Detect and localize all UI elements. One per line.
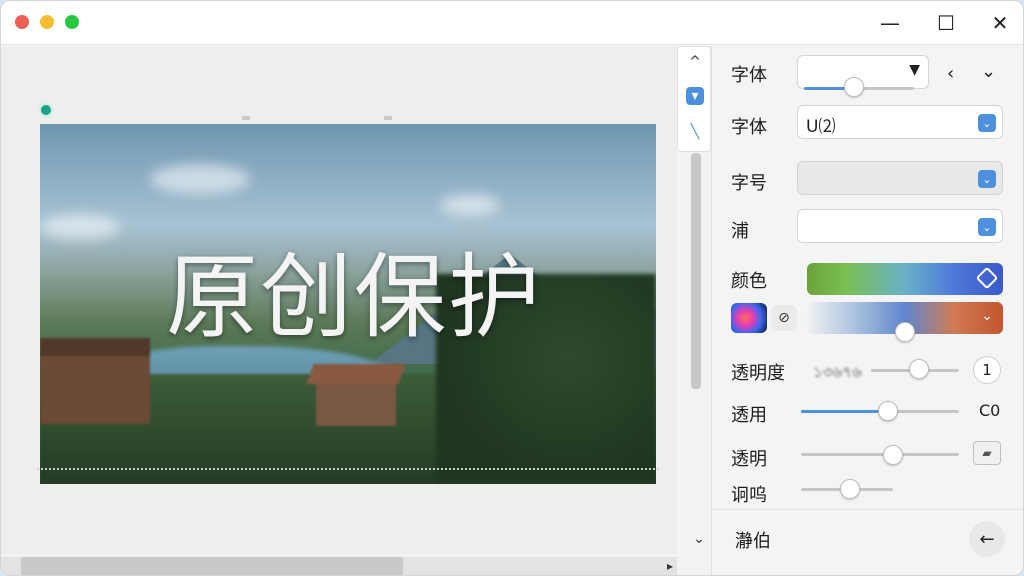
gradient-knob[interactable] bbox=[895, 322, 915, 342]
app-window: — ☐ ✕ 原创保护 ^ ▾ ╲ ⌄ ▸ 字体 ▼ ‹ ⌄ 字体 U⑵ ⌄ 字号… bbox=[0, 0, 1024, 576]
footer-label: 瀞伯 bbox=[735, 531, 771, 552]
font-label: 字体 bbox=[731, 65, 767, 86]
chevron-down-icon: ⌄ bbox=[978, 218, 996, 236]
close-traffic-light[interactable] bbox=[15, 15, 29, 29]
cloud bbox=[150, 164, 250, 194]
scroll-right-button[interactable]: ▸ bbox=[661, 557, 679, 575]
chevron-down-icon: ▼ bbox=[909, 62, 920, 78]
cloud bbox=[440, 194, 500, 216]
panel-divider bbox=[712, 509, 1023, 510]
horizontal-scrollbar[interactable] bbox=[21, 557, 403, 575]
font-label-2: 字体 bbox=[731, 117, 767, 138]
use-value: C0 bbox=[979, 401, 1001, 420]
diamond-icon bbox=[975, 266, 999, 290]
p-select[interactable]: ⌄ bbox=[797, 209, 1003, 243]
vertical-scrollbar[interactable] bbox=[691, 153, 701, 389]
font-size-select[interactable]: ⌄ bbox=[797, 161, 1003, 195]
transparent-label: 透明 bbox=[731, 449, 767, 470]
use-label: 透用 bbox=[731, 405, 767, 426]
chevron-down-icon: ⌄ bbox=[978, 114, 996, 132]
font-size-label: 字号 bbox=[731, 173, 767, 194]
editor-canvas[interactable]: 原创保护 bbox=[1, 46, 677, 554]
scroll-up-button[interactable]: ^ bbox=[684, 51, 706, 73]
watermark-text[interactable]: 原创保护 bbox=[166, 252, 542, 344]
chevron-down-icon: ⌄ bbox=[981, 308, 993, 324]
resize-handle[interactable] bbox=[242, 116, 250, 120]
house bbox=[40, 338, 150, 424]
gradient-picker[interactable]: ⌄ bbox=[807, 302, 1003, 342]
color-label: 颜色 bbox=[731, 271, 767, 292]
slider-knob[interactable] bbox=[877, 401, 898, 421]
slider-fill bbox=[801, 410, 888, 413]
color-gradient-picker[interactable] bbox=[807, 263, 1003, 295]
opacity-hint: ১৩৬৭৬ bbox=[813, 363, 862, 381]
previous-icon[interactable]: ‹ bbox=[947, 63, 954, 84]
close-button[interactable]: ✕ bbox=[985, 9, 1015, 37]
slider-knob[interactable] bbox=[843, 77, 864, 97]
eyedropper-icon[interactable]: ⊘ bbox=[771, 305, 797, 331]
font-family-value: U⑵ bbox=[806, 117, 836, 137]
chevron-down-icon: ⌄ bbox=[978, 170, 996, 188]
image-layer[interactable]: 原创保护 bbox=[40, 124, 656, 484]
opacity-value[interactable]: 1 bbox=[973, 356, 1001, 384]
rotate-handle[interactable] bbox=[39, 103, 53, 117]
resize-handle[interactable] bbox=[384, 116, 392, 120]
layers-icon[interactable]: ▰ bbox=[973, 441, 1001, 465]
title-bar: — ☐ ✕ bbox=[1, 1, 1023, 45]
chevron-down-icon[interactable]: ⌄ bbox=[981, 61, 996, 82]
scroll-down-button[interactable]: ⌄ bbox=[689, 529, 709, 549]
zoom-traffic-light[interactable] bbox=[65, 15, 79, 29]
minimize-button[interactable]: — bbox=[875, 9, 905, 37]
font-family-select[interactable]: U⑵ ⌄ bbox=[797, 105, 1003, 139]
maximize-button[interactable]: ☐ bbox=[931, 9, 961, 37]
p-label: 浦 bbox=[731, 221, 749, 242]
texture-thumbnail[interactable] bbox=[731, 303, 767, 333]
cloud bbox=[40, 214, 120, 240]
opacity-label: 透明度 bbox=[731, 363, 785, 384]
back-arrow-icon[interactable]: ← bbox=[969, 521, 1005, 557]
selection-edge bbox=[37, 458, 659, 470]
brush-icon[interactable]: ╲ bbox=[684, 121, 706, 143]
shield-icon[interactable]: ▾ bbox=[686, 87, 704, 105]
house bbox=[316, 382, 396, 426]
minimize-traffic-light[interactable] bbox=[40, 15, 54, 29]
font-select[interactable]: ▼ bbox=[797, 55, 929, 97]
transparent-slider[interactable] bbox=[801, 453, 959, 456]
slider-knob[interactable] bbox=[839, 479, 860, 499]
adjust-label: 诇呜 bbox=[731, 485, 767, 506]
slider-knob[interactable] bbox=[882, 445, 903, 465]
mini-toolbar: ^ ▾ ╲ bbox=[677, 46, 711, 152]
